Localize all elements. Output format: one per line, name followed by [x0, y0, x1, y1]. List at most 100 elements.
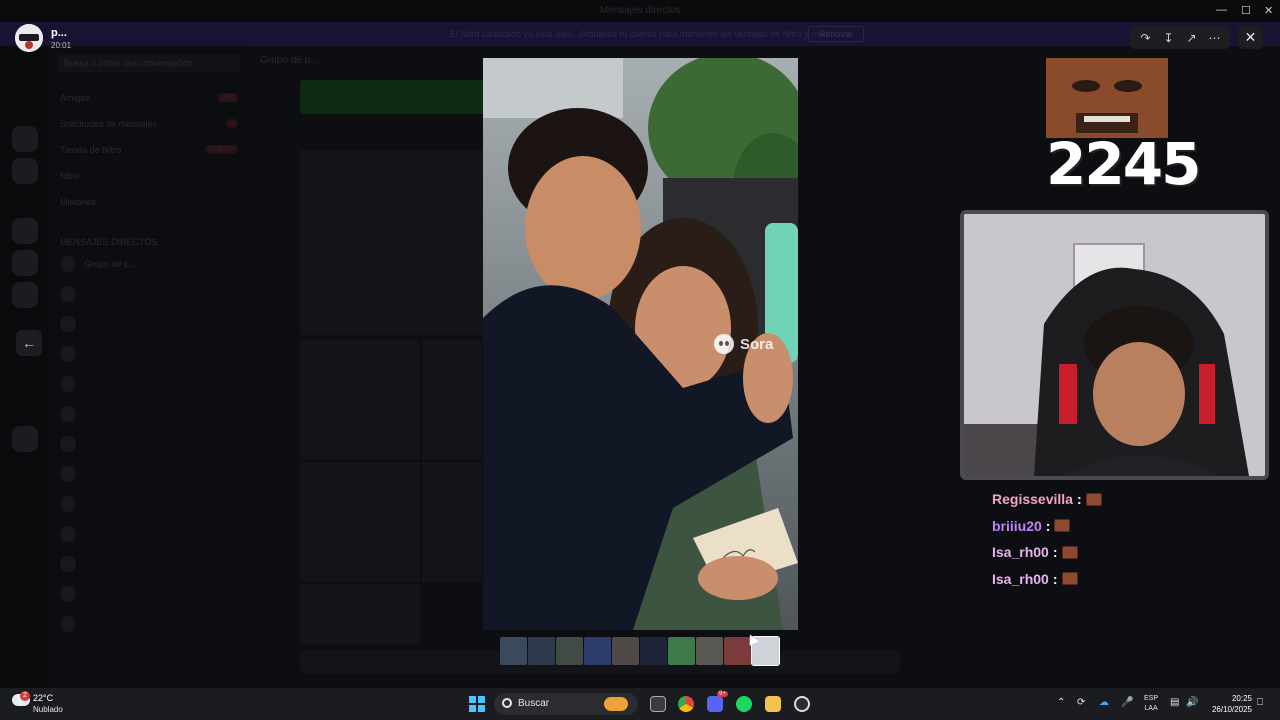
discord-icon[interactable] [707, 696, 723, 712]
chat-message: Isa_rh00 : [992, 539, 1102, 566]
dm-item[interactable] [60, 286, 76, 302]
dm-item[interactable] [60, 316, 76, 332]
thumbnail[interactable] [612, 637, 639, 665]
sora-watermark: Sora [714, 334, 773, 354]
media-tile[interactable] [422, 340, 482, 460]
chrome-icon[interactable] [678, 696, 694, 712]
avatar [60, 556, 76, 572]
close-viewer-button[interactable]: ✕ [1238, 26, 1263, 49]
search-highlight-icon [604, 697, 628, 711]
window-close-icon[interactable]: ✕ [1264, 4, 1273, 17]
nitro-banner: El Nitro caducado ya está aquí. ¡Actuali… [0, 22, 1280, 46]
dm-item[interactable] [60, 436, 76, 452]
dm-item-group[interactable]: Grupo de p... [60, 256, 137, 272]
banner-text: El Nitro caducado ya está aquí. ¡Actuali… [450, 29, 831, 39]
shop-badge: NUEVO [205, 145, 238, 154]
server-icon[interactable] [12, 126, 38, 152]
sidebar-item-friends[interactable]: Amigos [60, 90, 90, 106]
more-icon[interactable]: ⋯ [1205, 31, 1225, 45]
lang-bottom: LAA [1144, 705, 1158, 712]
stream-chat: Regissevilla : briiiu20 : Isa_rh00 : Isa… [992, 486, 1102, 592]
steam-icon[interactable] [794, 696, 810, 712]
avatar[interactable] [15, 24, 43, 52]
sidebar-item-quests[interactable]: Misiones [60, 194, 96, 210]
banner-button[interactable]: Renovar [808, 26, 864, 42]
spotify-icon[interactable] [736, 696, 752, 712]
thumbnail[interactable] [640, 637, 667, 665]
clock[interactable]: 20:25 26/10/2025 [1208, 693, 1252, 715]
language-indicator[interactable]: ESP LAA [1144, 694, 1158, 714]
windows-start-icon[interactable] [469, 696, 485, 712]
thumbnail[interactable] [528, 637, 555, 665]
thumbnail[interactable] [500, 637, 527, 665]
microphone-icon[interactable]: 🎤 [1121, 697, 1133, 708]
file-explorer-icon[interactable] [765, 696, 781, 712]
thumbnail[interactable] [696, 637, 723, 665]
dm-item[interactable] [60, 376, 76, 392]
dm-search-input[interactable]: Busca o inicia una conversación [58, 54, 240, 72]
avatar [60, 406, 76, 422]
media-tile[interactable] [422, 462, 482, 582]
dm-label: Grupo de p... [84, 259, 137, 269]
volume-icon[interactable]: 🔊 [1186, 697, 1198, 708]
chat-colon: : [1052, 570, 1058, 587]
dm-item[interactable] [60, 496, 76, 512]
dm-item[interactable] [60, 346, 76, 362]
dm-item[interactable] [60, 466, 76, 482]
thumbnail[interactable] [556, 637, 583, 665]
chat-username: Isa_rh00 [992, 544, 1049, 561]
server-icon[interactable] [12, 282, 38, 308]
clock-time: 20:25 [1231, 694, 1252, 703]
dm-item[interactable] [60, 586, 76, 602]
server-icon[interactable] [12, 426, 38, 452]
dm-item[interactable] [60, 406, 76, 422]
download-icon[interactable]: ↧ [1159, 31, 1179, 45]
sidebar-item-label: Amigos [60, 93, 91, 103]
task-view-icon[interactable] [650, 696, 666, 712]
avatar [60, 466, 76, 482]
avatar [60, 526, 76, 542]
minimize-icon[interactable]: — [1216, 4, 1227, 16]
media-tile[interactable] [300, 150, 485, 335]
forward-icon[interactable]: ↷ [1136, 31, 1156, 45]
webcam-overlay [960, 210, 1269, 480]
back-arrow-button[interactable]: ← [16, 330, 42, 356]
avatar [60, 586, 76, 602]
server-icon[interactable] [12, 218, 38, 244]
sidebar-item-nitro[interactable]: Nitro [60, 168, 79, 184]
embed-card [300, 80, 485, 114]
open-external-icon[interactable]: ↗ [1182, 31, 1202, 45]
search-label: Buscar [518, 698, 550, 709]
server-icon[interactable] [12, 250, 38, 276]
overlay-counter: 2245 [1046, 130, 1201, 198]
dm-item[interactable] [60, 556, 76, 572]
thumbnail[interactable] [584, 637, 611, 665]
onedrive-icon[interactable]: ☁ [1099, 697, 1109, 708]
maximize-icon[interactable]: ☐ [1241, 4, 1251, 17]
avatar [60, 436, 76, 452]
sync-icon[interactable]: ⟳ [1077, 697, 1085, 708]
server-icon[interactable] [12, 158, 38, 184]
meme-face [1046, 58, 1168, 138]
media-tile[interactable] [300, 340, 420, 460]
lang-top: ESP [1144, 695, 1159, 702]
sidebar-item-requests[interactable]: Solicitudes de mensajes [60, 116, 157, 132]
network-icon[interactable]: ▤ [1170, 697, 1179, 708]
sidebar-item-label: Tienda de Nitro [60, 145, 122, 155]
taskbar-search[interactable]: Buscar [494, 693, 638, 715]
thumbnail[interactable] [668, 637, 695, 665]
sora-logo-icon [714, 334, 734, 354]
media-tile[interactable] [300, 462, 420, 582]
dm-item[interactable] [60, 526, 76, 542]
sidebar-item-label: Nitro [60, 171, 80, 181]
emote-icon [1085, 492, 1102, 506]
dm-item[interactable] [60, 616, 76, 632]
chat-colon: : [1052, 544, 1058, 561]
chevron-up-icon[interactable]: ⌃ [1057, 697, 1065, 708]
media-tile[interactable] [300, 584, 420, 644]
weather-condition[interactable]: Nublado [33, 705, 63, 714]
notification-icon[interactable]: ⎕ [1257, 697, 1263, 708]
taskbar: 2 22°C Nublado Buscar 9+ ⌃ ⟳ ☁ 🎤 ESP LAA… [0, 688, 1280, 720]
weather-temperature[interactable]: 22°C [33, 693, 53, 703]
sidebar-item-nitro-shop[interactable]: Tienda de Nitro [60, 142, 121, 158]
